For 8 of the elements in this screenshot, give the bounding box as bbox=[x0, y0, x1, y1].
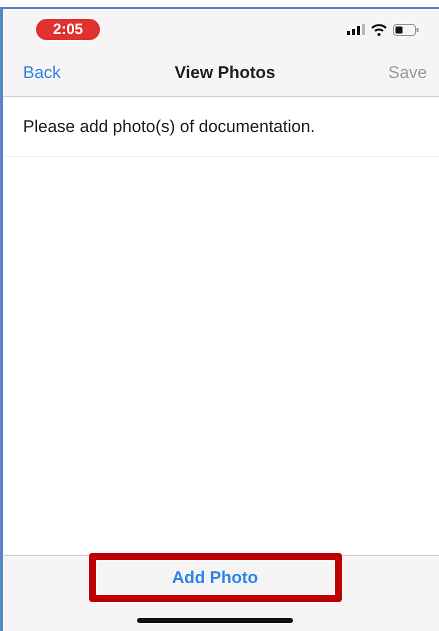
status-time: 2:05 bbox=[36, 19, 100, 40]
add-photo-button[interactable]: Add Photo bbox=[88, 553, 342, 602]
screen-title: View Photos bbox=[174, 63, 276, 83]
battery-icon bbox=[393, 24, 419, 36]
signal-icon bbox=[347, 24, 365, 35]
wifi-icon bbox=[371, 24, 387, 36]
instruction-text: Please add photo(s) of documentation. bbox=[3, 97, 439, 157]
back-link[interactable]: Back bbox=[23, 63, 61, 83]
